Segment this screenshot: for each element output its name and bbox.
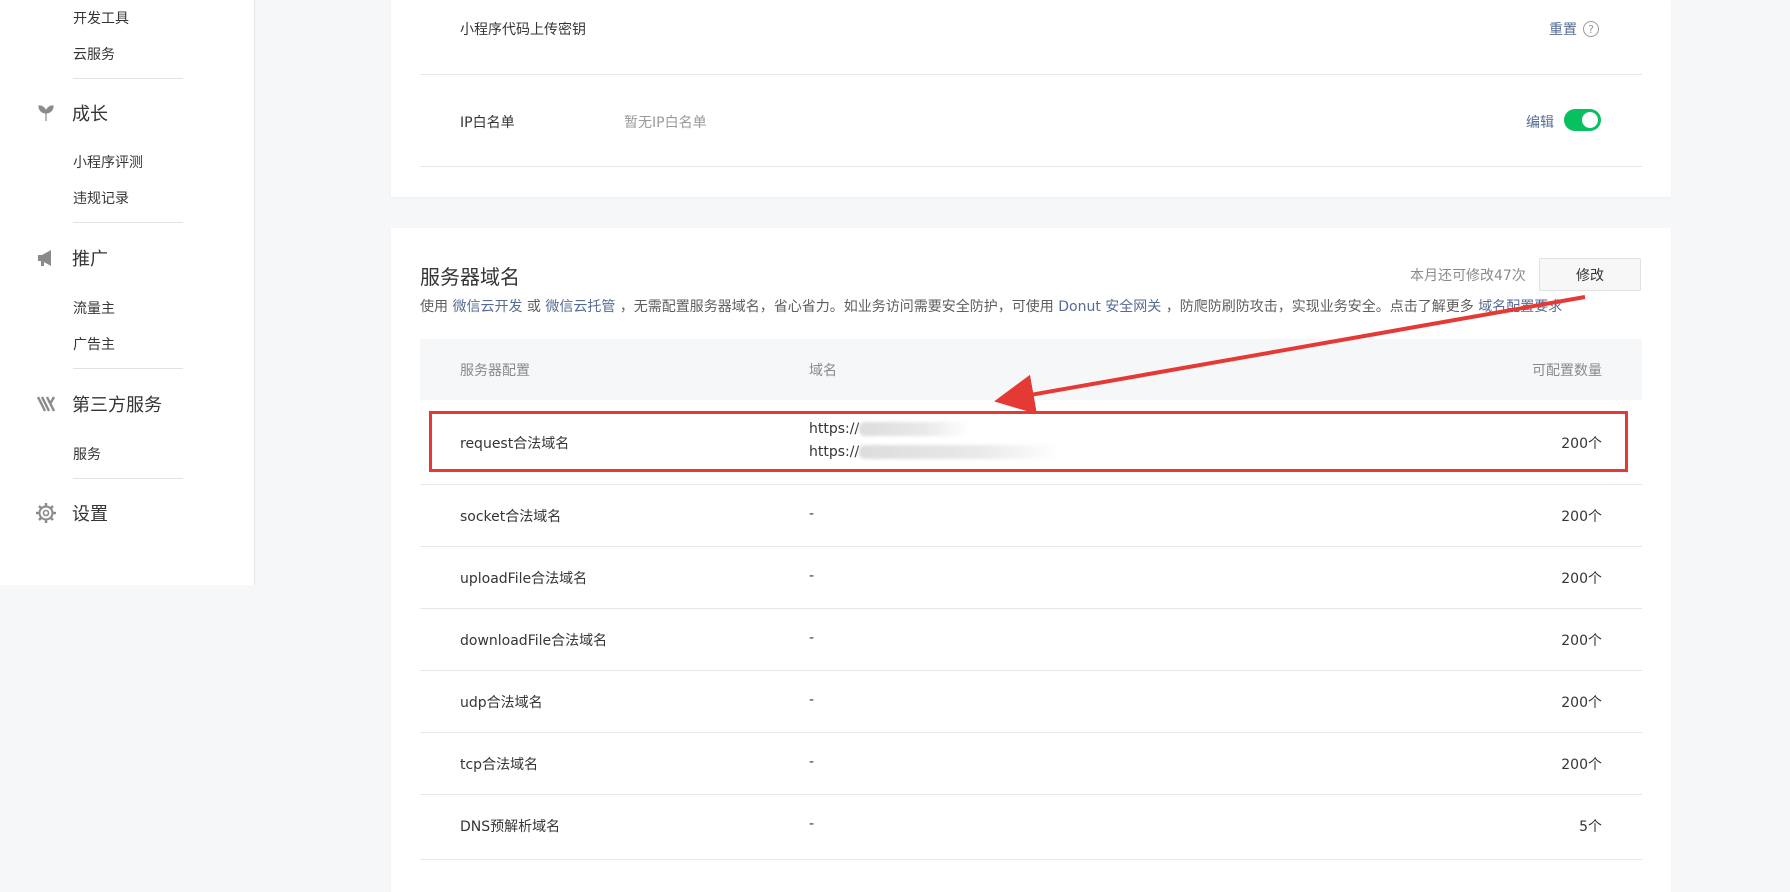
annotation-arrow-icon xyxy=(994,295,1586,415)
